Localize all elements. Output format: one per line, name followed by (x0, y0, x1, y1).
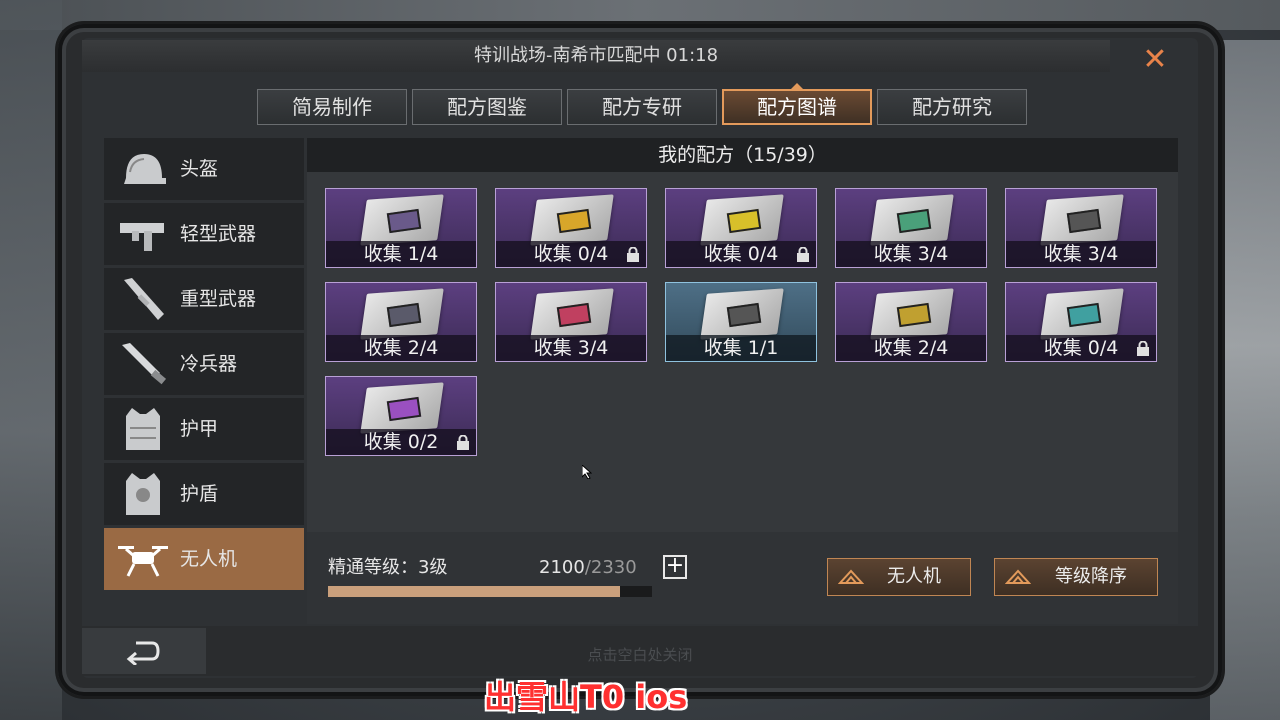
launcher-icon (124, 278, 164, 320)
category-filter-label: 无人机 (887, 566, 941, 587)
lock-icon (627, 247, 639, 262)
mastery-progress-fill (328, 586, 620, 597)
sidebar-item-label: 护甲 (180, 418, 219, 440)
tab-recipe-codex[interactable]: 配方图鉴 (412, 89, 562, 125)
sidebar-item-light-weapon[interactable]: 轻型武器 (104, 203, 304, 265)
lock-icon (457, 435, 469, 450)
recipe-collect-count: 收集 2/4 (326, 335, 476, 361)
shield-vest-icon (126, 473, 160, 515)
sidebar-item-label: 护盾 (180, 483, 219, 505)
sidebar-item-label: 无人机 (180, 548, 238, 570)
recipe-collect-count: 收集 0/4 (666, 241, 816, 267)
sort-order-label: 等级降序 (1055, 566, 1127, 587)
knife-icon (122, 343, 167, 385)
tab-recipe-study[interactable]: 配方专研 (567, 89, 717, 125)
recipe-collect-count: 收集 1/4 (326, 241, 476, 267)
recipe-collect-count: 收集 0/4 (1006, 335, 1156, 361)
tab-recipe-research[interactable]: 配方研究 (877, 89, 1027, 125)
background-left (0, 0, 62, 720)
add-points-button[interactable]: + (663, 555, 687, 579)
category-sidebar: 头盔 轻型武器 重型武器 冷兵器 护甲 护盾 无人机 (104, 138, 304, 593)
recipe-collect-count: 收集 3/4 (496, 335, 646, 361)
recipe-card[interactable]: 收集 0/2 (325, 376, 477, 456)
mastery-max: /2330 (584, 557, 637, 578)
recipe-card[interactable]: 收集 1/1 (665, 282, 817, 362)
recipe-card[interactable]: 收集 3/4 (835, 188, 987, 268)
recipe-card[interactable]: 收集 3/4 (495, 282, 647, 362)
smg-icon (120, 223, 164, 251)
recipe-panel-title: 我的配方（15/39） (307, 138, 1178, 172)
sidebar-item-armor[interactable]: 护甲 (104, 398, 304, 460)
close-icon[interactable]: ✕ (1138, 44, 1172, 78)
mastery-points: 2100/2330 (539, 556, 637, 580)
sort-order-button[interactable]: 等级降序 (994, 558, 1158, 596)
recipe-card[interactable]: 收集 2/4 (835, 282, 987, 362)
recipe-collect-count: 收集 3/4 (1006, 241, 1156, 267)
helmet-icon (124, 154, 166, 184)
mastery-current: 2100 (539, 557, 585, 578)
recipe-collect-count: 收集 0/4 (496, 241, 646, 267)
sidebar-item-shield[interactable]: 护盾 (104, 463, 304, 525)
match-status-title: 特训战场-南希市匹配中 01:18 (82, 40, 1110, 72)
vest-icon (126, 408, 160, 450)
recipe-collect-count: 收集 2/4 (836, 335, 986, 361)
tap-to-close-hint: 点击空白处关闭 (587, 646, 693, 664)
mastery-level-label: 精通等级：3级 (328, 557, 448, 578)
recipe-card[interactable]: 收集 1/4 (325, 188, 477, 268)
tab-bar: 简易制作 配方图鉴 配方专研 配方图谱 配方研究 (257, 83, 1027, 127)
mastery-progress-bar (328, 586, 652, 597)
sidebar-item-helmet[interactable]: 头盔 (104, 138, 304, 200)
recipe-card[interactable]: 收集 2/4 (325, 282, 477, 362)
sidebar-item-label: 重型武器 (180, 288, 257, 310)
sidebar-item-melee[interactable]: 冷兵器 (104, 333, 304, 395)
recipe-card[interactable]: 收集 3/4 (1005, 188, 1157, 268)
category-filter-button[interactable]: 无人机 (827, 558, 971, 596)
drone-icon (118, 546, 168, 577)
sidebar-item-label: 冷兵器 (180, 353, 238, 375)
cursor-icon (582, 465, 592, 479)
recipe-collect-count: 收集 1/1 (666, 335, 816, 361)
tab-simple-craft[interactable]: 简易制作 (257, 89, 407, 125)
sidebar-item-label: 轻型武器 (180, 223, 257, 245)
tab-recipe-atlas[interactable]: 配方图谱 (722, 83, 872, 125)
recipe-collect-count: 收集 0/2 (326, 429, 476, 455)
recipe-card[interactable]: 收集 0/4 (495, 188, 647, 268)
recipe-card[interactable]: 收集 0/4 (665, 188, 817, 268)
lock-icon (797, 247, 809, 262)
recipe-card[interactable]: 收集 0/4 (1005, 282, 1157, 362)
recipe-collect-count: 收集 3/4 (836, 241, 986, 267)
sidebar-item-label: 头盔 (180, 158, 219, 180)
lock-icon (1137, 341, 1149, 356)
sidebar-item-heavy-weapon[interactable]: 重型武器 (104, 268, 304, 330)
sidebar-item-drone[interactable]: 无人机 (104, 528, 304, 590)
video-watermark: 出雪山T0 ios (484, 678, 688, 716)
